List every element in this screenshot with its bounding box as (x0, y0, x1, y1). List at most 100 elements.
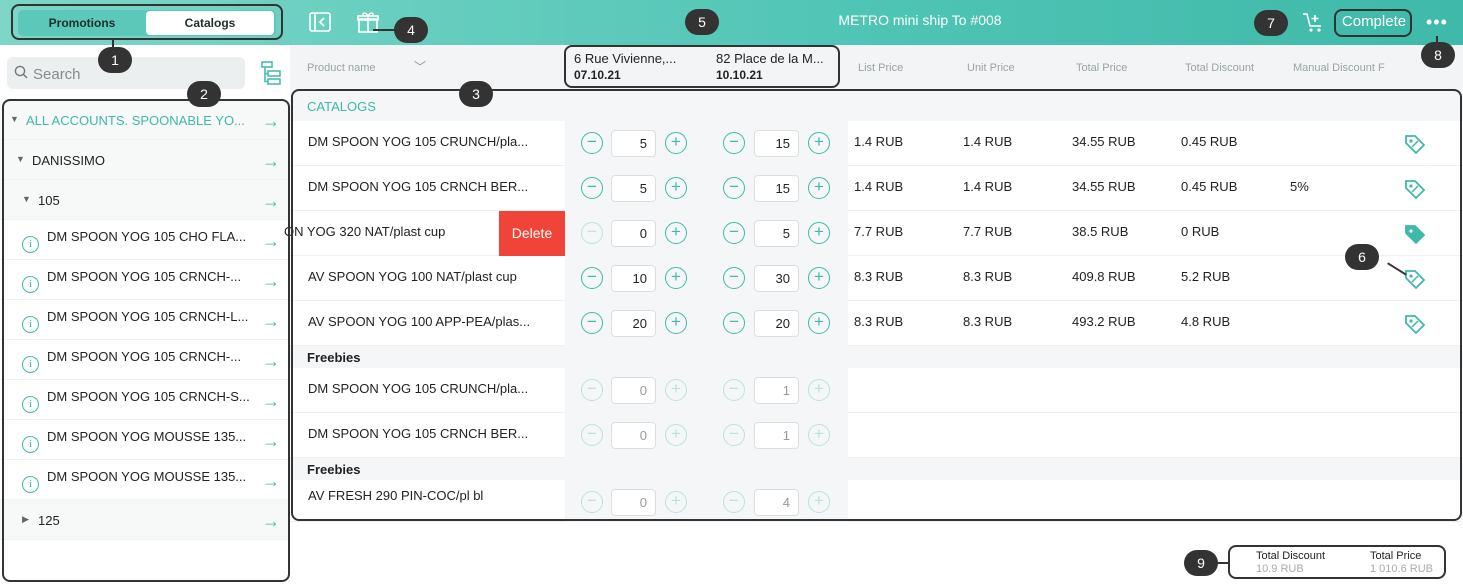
quantity-field[interactable]: 5 (754, 220, 799, 247)
minus-icon[interactable]: − (723, 312, 745, 334)
price-tag-icon[interactable] (1404, 178, 1426, 200)
table-row[interactable]: AV SPOON YOG 100 APP-PEA/plas... − 20 + … (290, 301, 1463, 346)
plus-icon[interactable]: + (665, 424, 687, 446)
arrow-right-icon[interactable]: → (262, 471, 280, 492)
plus-icon[interactable]: + (808, 267, 830, 289)
plus-icon[interactable]: + (808, 177, 830, 199)
sidebar-item-danissimo[interactable]: ▼ DANISSIMO → (0, 140, 290, 180)
quantity-field[interactable]: 0 (611, 220, 656, 247)
quantity-field[interactable]: 5 (611, 175, 656, 202)
plus-icon[interactable]: + (665, 132, 687, 154)
chevron-down-icon[interactable]: ﹀ (414, 58, 426, 75)
sidebar-item-product[interactable]: i DM SPOON YOG 105 CRNCH-L... → (0, 300, 290, 340)
sidebar-item-125[interactable]: ▶ 125 → (0, 500, 290, 540)
plus-icon[interactable]: + (665, 222, 687, 244)
column-product-name[interactable]: Product name (307, 62, 375, 74)
minus-icon[interactable]: − (581, 132, 603, 154)
info-icon[interactable]: i (22, 236, 39, 253)
sidebar-item-product[interactable]: i DM SPOON YOG 105 CHO FLA... → (0, 220, 290, 260)
tab-catalogs[interactable]: Catalogs (146, 11, 274, 35)
price-tag-filled-icon[interactable] (1404, 223, 1426, 245)
price-tag-icon[interactable] (1404, 313, 1426, 335)
price-tag-icon[interactable] (1404, 133, 1426, 155)
plus-icon[interactable]: + (808, 222, 830, 244)
gift-icon[interactable] (355, 9, 381, 35)
plus-icon[interactable]: + (665, 491, 687, 513)
quantity-field[interactable]: 5 (611, 130, 656, 157)
minus-icon[interactable]: − (581, 177, 603, 199)
arrow-right-icon[interactable]: → (262, 191, 280, 212)
minus-icon[interactable]: − (581, 424, 603, 446)
arrow-right-icon[interactable]: → (262, 271, 280, 292)
quantity-field[interactable]: 0 (611, 377, 656, 404)
plus-icon[interactable]: + (808, 379, 830, 401)
minus-icon[interactable]: − (723, 379, 745, 401)
info-icon[interactable]: i (22, 356, 39, 373)
quantity-field[interactable]: 15 (754, 175, 799, 202)
table-row[interactable]: AV FRESH 290 PIN-COC/pl bl − 0 + − 4 + (290, 480, 1463, 522)
quantity-field[interactable]: 0 (611, 422, 656, 449)
quantity-field[interactable]: 1 (754, 422, 799, 449)
plus-icon[interactable]: + (665, 379, 687, 401)
sidebar-item-product[interactable]: i DM SPOON YOG 105 CRNCH-... → (0, 260, 290, 300)
minus-icon[interactable]: − (581, 491, 603, 513)
sidebar-item-105[interactable]: ▼ 105 → (0, 180, 290, 220)
tab-promotions[interactable]: Promotions (19, 11, 145, 35)
quantity-field[interactable]: 10 (611, 265, 656, 292)
minus-icon[interactable]: − (723, 267, 745, 289)
sidebar-item-product[interactable]: i DM SPOON YOG 105 CRNCH-S... → (0, 380, 290, 420)
delete-button[interactable]: Delete (499, 211, 565, 256)
store-column-2[interactable]: 82 Place de la M... 10.10.21 (716, 51, 824, 83)
collapse-sidebar-icon[interactable] (307, 9, 333, 35)
info-icon[interactable]: i (22, 396, 39, 413)
table-row[interactable]: AV SPOON YOG 100 NAT/plast cup − 10 + − … (290, 256, 1463, 301)
plus-icon[interactable]: + (665, 177, 687, 199)
sidebar-item-product[interactable]: i DM SPOON YOG 105 CRNCH-... → (0, 340, 290, 380)
minus-icon[interactable]: − (723, 424, 745, 446)
arrow-right-icon[interactable]: → (262, 311, 280, 332)
table-row[interactable]: DM SPOON YOG 105 CRUNCH/pla... − 0 + − 1… (290, 368, 1463, 413)
more-options-icon[interactable]: ••• (1426, 12, 1448, 33)
minus-icon[interactable]: − (723, 222, 745, 244)
table-row[interactable]: DM SPOON YOG 105 CRUNCH/pla... − 5 + − 1… (290, 121, 1463, 166)
hierarchy-icon[interactable] (260, 60, 282, 86)
sidebar-item-all-accounts[interactable]: ▼ ALL ACCOUNTS. SPOONABLE YO... → (0, 100, 290, 140)
store-column-1[interactable]: 6 Rue Vivienne,... 07.10.21 (574, 51, 676, 83)
plus-icon[interactable]: + (808, 312, 830, 334)
arrow-right-icon[interactable]: → (262, 511, 280, 532)
minus-icon[interactable]: − (723, 177, 745, 199)
table-row[interactable]: ON YOG 320 NAT/plast cup Delete − 0 + − … (284, 211, 1463, 256)
plus-icon[interactable]: + (808, 424, 830, 446)
sidebar-item-product[interactable]: i DM SPOON YOG MOUSSE 135... → (0, 420, 290, 460)
plus-icon[interactable]: + (808, 132, 830, 154)
plus-icon[interactable]: + (665, 312, 687, 334)
table-row[interactable]: DM SPOON YOG 105 CRNCH BER... − 0 + − 1 … (290, 413, 1463, 458)
minus-icon[interactable]: − (723, 491, 745, 513)
add-to-cart-icon[interactable] (1300, 9, 1326, 35)
quantity-field[interactable]: 30 (754, 265, 799, 292)
minus-icon[interactable]: − (723, 132, 745, 154)
complete-button[interactable]: Complete (1338, 11, 1410, 35)
quantity-field[interactable]: 20 (611, 310, 656, 337)
minus-icon[interactable]: − (581, 312, 603, 334)
arrow-right-icon[interactable]: → (262, 391, 280, 412)
quantity-field[interactable]: 0 (611, 489, 656, 516)
arrow-right-icon[interactable]: → (262, 111, 280, 132)
info-icon[interactable]: i (22, 476, 39, 493)
search-input[interactable] (33, 63, 233, 85)
minus-icon[interactable]: − (581, 222, 603, 244)
arrow-right-icon[interactable]: → (262, 231, 280, 252)
sidebar-item-product[interactable]: i DM SPOON YOG MOUSSE 135... → (0, 460, 290, 500)
quantity-field[interactable]: 20 (754, 310, 799, 337)
price-tag-icon[interactable] (1404, 268, 1426, 290)
info-icon[interactable]: i (22, 436, 39, 453)
table-row[interactable]: DM SPOON YOG 105 CRNCH BER... − 5 + − 15… (290, 166, 1463, 211)
plus-icon[interactable]: + (808, 491, 830, 513)
plus-icon[interactable]: + (665, 267, 687, 289)
quantity-field[interactable]: 15 (754, 130, 799, 157)
minus-icon[interactable]: − (581, 267, 603, 289)
info-icon[interactable]: i (22, 276, 39, 293)
info-icon[interactable]: i (22, 316, 39, 333)
quantity-field[interactable]: 4 (754, 489, 799, 516)
minus-icon[interactable]: − (581, 379, 603, 401)
